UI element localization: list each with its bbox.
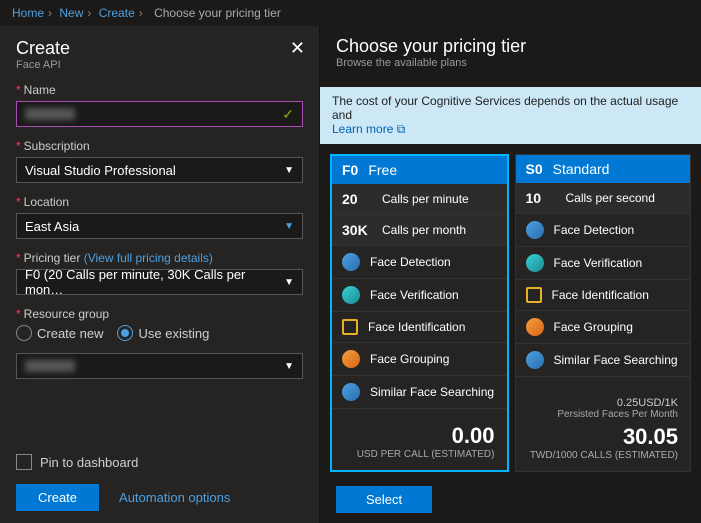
select-button[interactable]: Select	[336, 486, 432, 513]
tier-metric-label: Calls per second	[566, 191, 655, 205]
feature-icon	[526, 318, 544, 336]
feature-label: Face Verification	[554, 256, 643, 270]
price-unit: TWD/1000 CALLS (ESTIMATED)	[528, 450, 679, 461]
learn-more-link[interactable]: Learn more ⧉	[332, 122, 405, 136]
breadcrumb-current: Choose your pricing tier	[154, 6, 281, 20]
price: 30.05	[528, 424, 679, 450]
right-title: Choose your pricing tier	[336, 36, 685, 57]
sub-price: 0.25USD/1K	[528, 397, 679, 409]
name-input[interactable]: ✓	[16, 101, 303, 127]
tier-code: F0	[342, 162, 358, 178]
pricing-details-link[interactable]: (View full pricing details)	[84, 251, 213, 265]
pricing-value: F0 (20 Calls per minute, 30K Calls per m…	[25, 267, 284, 297]
feature-icon	[342, 319, 358, 335]
name-value	[25, 108, 75, 120]
feature-icon	[526, 287, 542, 303]
tier-code: S0	[526, 161, 543, 177]
feature-label: Face Identification	[552, 288, 649, 302]
panel-title: Create	[16, 38, 303, 59]
feature-icon	[526, 254, 544, 272]
chevron-down-icon: ▼	[284, 165, 294, 176]
close-icon[interactable]: ✕	[290, 38, 305, 59]
rg-select[interactable]: ▼	[16, 353, 303, 379]
feature-label: Similar Face Searching	[554, 353, 678, 367]
rg-existing-radio[interactable]: Use existing	[117, 325, 209, 341]
tier-metric-value: 20	[342, 191, 372, 207]
panel-subtitle: Face API	[16, 59, 303, 71]
feature-label: Face Identification	[368, 320, 465, 334]
name-label: Name	[24, 83, 56, 97]
subscription-select[interactable]: Visual Studio Professional ▼	[16, 157, 303, 183]
create-button[interactable]: Create	[16, 484, 99, 511]
breadcrumb: Home› New› Create› Choose your pricing t…	[0, 0, 701, 26]
sub-price-label: Persisted Faces Per Month	[528, 409, 679, 420]
subscription-label: Subscription	[24, 139, 90, 153]
tier-metric-value: 30K	[342, 222, 372, 238]
pricing-panel: Choose your pricing tier Browse the avai…	[320, 26, 701, 523]
pricing-select[interactable]: F0 (20 Calls per minute, 30K Calls per m…	[16, 269, 303, 295]
chevron-down-icon: ▼	[284, 221, 294, 232]
rg-label: Resource group	[24, 307, 109, 321]
tier-metric-value: 10	[526, 190, 556, 206]
tier-metric-label: Calls per month	[382, 223, 466, 237]
tier-metric-label: Calls per minute	[382, 192, 469, 206]
location-label: Location	[24, 195, 69, 209]
feature-icon	[342, 383, 360, 401]
tier-card-s0[interactable]: S0 Standard 10 Calls per second Face Detecti…	[515, 154, 692, 472]
breadcrumb-create[interactable]: Create	[99, 6, 135, 20]
rg-create-radio[interactable]: Create new	[16, 325, 103, 341]
pin-checkbox[interactable]	[16, 454, 32, 470]
tier-name: Free	[368, 162, 397, 178]
valid-check-icon: ✓	[282, 106, 294, 123]
feature-label: Face Grouping	[370, 352, 449, 366]
feature-label: Face Detection	[370, 255, 451, 269]
feature-label: Face Verification	[370, 288, 459, 302]
chevron-down-icon: ▼	[284, 361, 294, 372]
automation-link[interactable]: Automation options	[119, 490, 230, 505]
chevron-down-icon: ▼	[284, 277, 294, 288]
feature-label: Face Detection	[554, 223, 635, 237]
location-value: East Asia	[25, 219, 79, 234]
price: 0.00	[344, 423, 495, 449]
feature-icon	[342, 350, 360, 368]
location-select[interactable]: East Asia ▼	[16, 213, 303, 239]
feature-label: Face Grouping	[554, 320, 633, 334]
info-banner: The cost of your Cognitive Services depe…	[320, 87, 701, 144]
price-unit: USD PER CALL (ESTIMATED)	[344, 449, 495, 460]
feature-icon	[526, 351, 544, 369]
feature-label: Similar Face Searching	[370, 385, 494, 399]
right-subtitle: Browse the available plans	[336, 57, 685, 69]
breadcrumb-home[interactable]: Home	[12, 6, 44, 20]
pin-label: Pin to dashboard	[40, 455, 138, 470]
create-panel: ✕ Create Face API *Name ✓ *Subscription …	[0, 26, 320, 523]
pricing-label: Pricing tier	[24, 251, 81, 265]
subscription-value: Visual Studio Professional	[25, 163, 176, 178]
breadcrumb-new[interactable]: New	[59, 6, 83, 20]
feature-icon	[342, 286, 360, 304]
rg-value	[25, 360, 75, 372]
tier-name: Standard	[553, 161, 610, 177]
feature-icon	[526, 221, 544, 239]
feature-icon	[342, 253, 360, 271]
tier-card-f0[interactable]: F0 Free 20 Calls per minute 30K Calls per mon…	[330, 154, 509, 472]
